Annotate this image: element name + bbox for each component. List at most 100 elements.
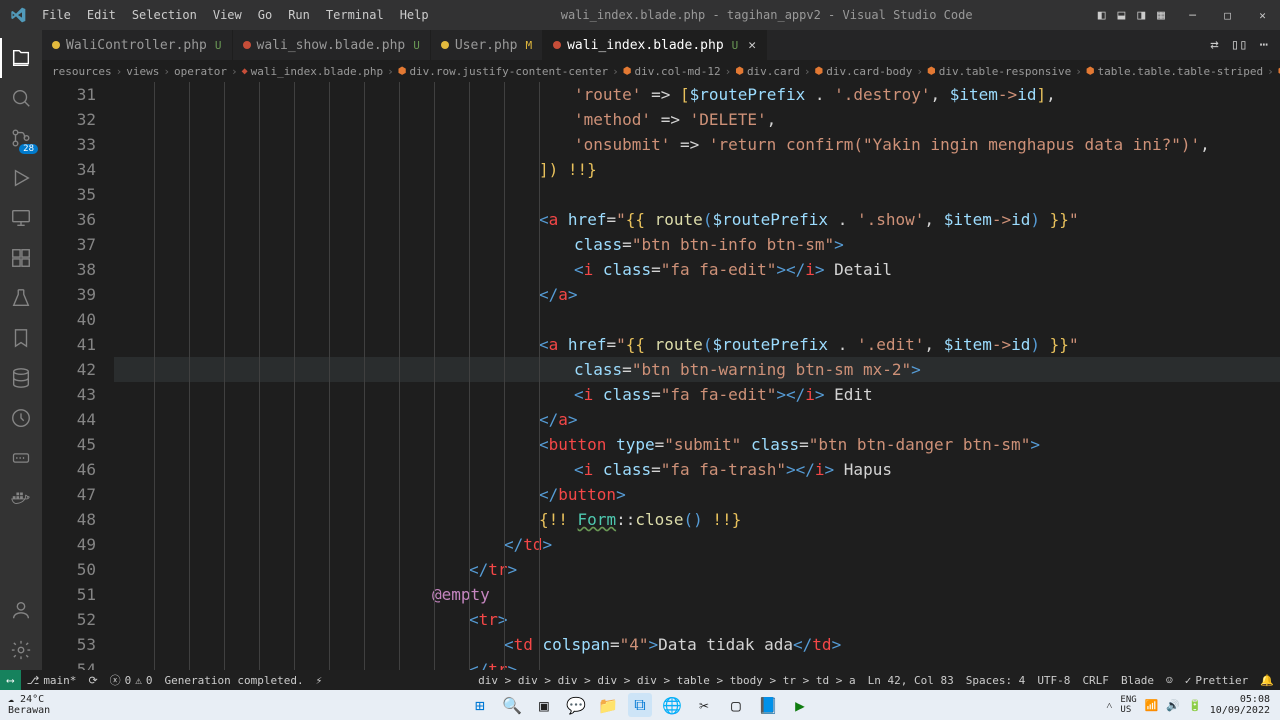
whatsapp-icon[interactable]: 💬 [564, 693, 588, 717]
code-line-52[interactable]: <tr> [114, 607, 1280, 632]
minimize-icon[interactable]: ─ [1175, 3, 1210, 28]
docker-icon[interactable] [0, 478, 42, 518]
code-line-48[interactable]: {!! Form::close() !!} [114, 507, 1280, 532]
lang-indicator[interactable]: ENGUS [1120, 695, 1136, 715]
menu-go[interactable]: Go [251, 4, 279, 26]
word-icon[interactable]: 📘 [756, 693, 780, 717]
vscode-taskbar-icon[interactable]: ⧉ [628, 693, 652, 717]
code-line-44[interactable]: </a> [114, 407, 1280, 432]
cursor-position[interactable]: Ln 42, Col 83 [862, 674, 960, 687]
crumb-9[interactable]: ⬢table.table.table-striped [1086, 65, 1263, 78]
code-line-36[interactable]: <a href="{{ route($routePrefix . '.show'… [114, 207, 1280, 232]
language-mode[interactable]: Blade [1115, 674, 1160, 687]
app-icon[interactable]: ▶ [788, 693, 812, 717]
tab-WaliController-php[interactable]: WaliController.phpU [42, 30, 233, 60]
battery-icon[interactable]: 🔋 [1188, 699, 1202, 712]
remote-explorer-icon[interactable] [0, 198, 42, 238]
remote-indicator[interactable]: ⟷ [0, 670, 21, 690]
menu-selection[interactable]: Selection [125, 4, 204, 26]
volume-icon[interactable]: 🔊 [1166, 699, 1180, 712]
code-line-43[interactable]: <i class="fa fa-edit"></i> Edit [114, 382, 1280, 407]
code-line-50[interactable]: </tr> [114, 557, 1280, 582]
eol[interactable]: CRLF [1076, 674, 1115, 687]
code-line-41[interactable]: <a href="{{ route($routePrefix . '.edit'… [114, 332, 1280, 357]
weather-widget[interactable]: ☁ 24°C Berawan [0, 694, 50, 716]
feedback-icon[interactable]: ☺ [1160, 674, 1179, 687]
explorer-folder-icon[interactable]: 📁 [596, 693, 620, 717]
terminal-taskbar-icon[interactable]: ▢ [724, 693, 748, 717]
api-icon[interactable] [0, 438, 42, 478]
breadcrumb[interactable]: resources›views›operator›◆wali_index.bla… [42, 60, 1280, 82]
source-control-icon[interactable]: 28 [0, 118, 42, 158]
start-icon[interactable]: ⊞ [468, 693, 492, 717]
crumb-0[interactable]: resources [52, 65, 112, 78]
code-line-40[interactable] [114, 307, 1280, 332]
taskbar-search-icon[interactable]: 🔍 [500, 693, 524, 717]
menu-help[interactable]: Help [393, 4, 436, 26]
editor-area[interactable]: 3132333435363738394041424344454647484950… [42, 82, 1280, 670]
code-line-38[interactable]: <i class="fa fa-edit"></i> Detail [114, 257, 1280, 282]
history-icon[interactable] [0, 398, 42, 438]
menu-terminal[interactable]: Terminal [319, 4, 391, 26]
panel-right-icon[interactable]: ◨ [1137, 8, 1145, 23]
indentation[interactable]: Spaces: 4 [960, 674, 1032, 687]
compare-icon[interactable]: ⇄ [1210, 37, 1218, 53]
code-line-47[interactable]: </button> [114, 482, 1280, 507]
tab-wali_index-blade-php[interactable]: wali_index.blade.phpU✕ [543, 30, 767, 60]
database-icon[interactable] [0, 358, 42, 398]
code-line-45[interactable]: <button type="submit" class="btn btn-dan… [114, 432, 1280, 457]
bookmark-icon[interactable] [0, 318, 42, 358]
crumb-2[interactable]: operator [174, 65, 227, 78]
menu-edit[interactable]: Edit [80, 4, 123, 26]
selector-path[interactable]: div > div > div > div > div > table > tb… [472, 674, 862, 687]
close-tab-icon[interactable]: ✕ [748, 38, 756, 53]
maximize-icon[interactable]: □ [1210, 3, 1245, 28]
code-line-39[interactable]: </a> [114, 282, 1280, 307]
taskview-icon[interactable]: ▣ [532, 693, 556, 717]
menu-run[interactable]: Run [281, 4, 317, 26]
git-branch[interactable]: ⎇ main* [21, 670, 83, 690]
problems[interactable]: ⓧ 0 ⚠ 0 [104, 670, 159, 690]
account-icon[interactable] [0, 590, 42, 630]
code-line-32[interactable]: 'method' => 'DELETE', [114, 107, 1280, 132]
code-line-54[interactable]: </tr> [114, 657, 1280, 670]
code-line-46[interactable]: <i class="fa fa-trash"></i> Hapus [114, 457, 1280, 482]
chrome-icon[interactable]: 🌐 [660, 693, 684, 717]
settings-gear-icon[interactable] [0, 630, 42, 670]
code-line-35[interactable] [114, 182, 1280, 207]
menu-file[interactable]: File [35, 4, 78, 26]
crumb-4[interactable]: ⬢div.row.justify-content-center [398, 65, 608, 78]
clock[interactable]: 05:08 10/09/2022 [1210, 694, 1270, 716]
panel-bottom-icon[interactable]: ⬓ [1118, 8, 1126, 23]
live-icon[interactable]: ⚡ [310, 670, 329, 690]
explorer-icon[interactable] [0, 38, 42, 78]
sync-icon[interactable]: ⟳ [82, 670, 103, 690]
testing-icon[interactable] [0, 278, 42, 318]
close-icon[interactable]: ✕ [1245, 3, 1280, 28]
code-line-51[interactable]: @empty [114, 582, 1280, 607]
notifications-icon[interactable]: 🔔 [1254, 674, 1280, 687]
split-icon[interactable]: ▯▯ [1231, 37, 1248, 53]
encoding[interactable]: UTF-8 [1031, 674, 1076, 687]
code-line-33[interactable]: 'onsubmit' => 'return confirm("Yakin ing… [114, 132, 1280, 157]
menu-view[interactable]: View [206, 4, 249, 26]
code-line-34[interactable]: ]) !!} [114, 157, 1280, 182]
debug-icon[interactable] [0, 158, 42, 198]
code-line-49[interactable]: </td> [114, 532, 1280, 557]
crumb-8[interactable]: ⬢div.table-responsive [927, 65, 1071, 78]
panel-left-icon[interactable]: ◧ [1098, 8, 1106, 23]
more-icon[interactable]: ⋯ [1260, 37, 1268, 53]
prettier[interactable]: ✓ Prettier [1179, 674, 1255, 687]
tab-User-php[interactable]: User.phpM [431, 30, 543, 60]
crumb-7[interactable]: ⬢div.card-body [815, 65, 913, 78]
crumb-6[interactable]: ⬢div.card [735, 65, 800, 78]
crumb-5[interactable]: ⬢div.col-md-12 [623, 65, 721, 78]
search-icon[interactable] [0, 78, 42, 118]
code-line-37[interactable]: class="btn btn-info btn-sm"> [114, 232, 1280, 257]
wifi-icon[interactable]: 📶 [1145, 699, 1159, 712]
code-line-53[interactable]: <td colspan="4">Data tidak ada</td> [114, 632, 1280, 657]
tray-chevron-icon[interactable]: ˄ [1106, 699, 1112, 712]
extensions-icon[interactable] [0, 238, 42, 278]
code-line-42[interactable]: class="btn btn-warning btn-sm mx-2"> [114, 357, 1280, 382]
code-content[interactable]: 'route' => [$routePrefix . '.destroy', $… [114, 82, 1280, 670]
